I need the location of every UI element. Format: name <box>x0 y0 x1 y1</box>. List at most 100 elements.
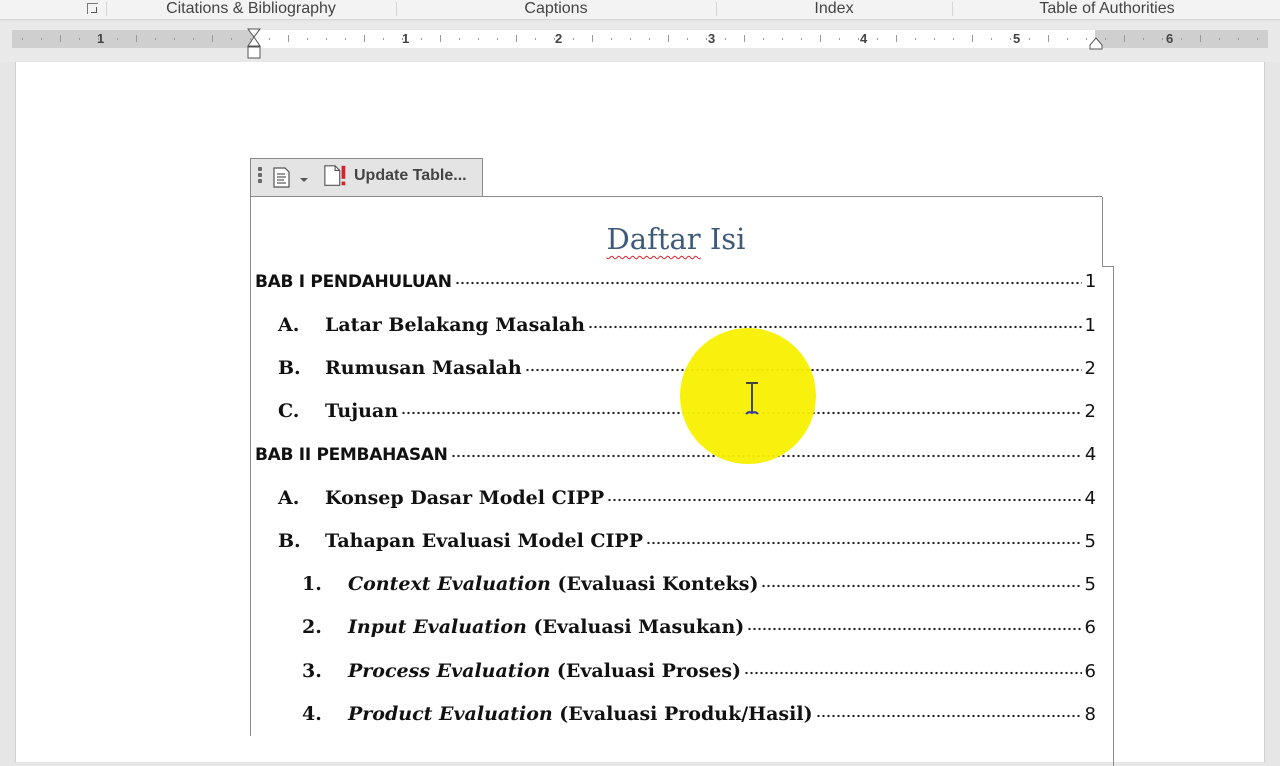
ruler-label: 1 <box>402 31 410 46</box>
ruler-tick <box>782 38 783 40</box>
toc-entry-number: B. <box>278 357 301 379</box>
grip-handle-icon[interactable] <box>258 167 262 185</box>
ruler-tick <box>1181 38 1182 40</box>
toc-entry[interactable]: BAB I PENDAHULUAN 1 <box>255 266 1096 292</box>
toc-dot-leader <box>645 539 1082 547</box>
document-exclamation-icon[interactable] <box>321 163 351 189</box>
ruler-tick <box>649 38 650 40</box>
toc-entry-text: BAB II PEMBAHASAN <box>255 445 448 465</box>
ruler-tick <box>991 38 992 40</box>
toc-entry[interactable]: 3. Process Evaluation (Evaluasi Proses) 6 <box>302 656 1096 682</box>
toc-title: Daftar Isi <box>250 222 1102 256</box>
ruler-left-margin <box>12 30 254 48</box>
toc-entry-text: Process Evaluation (Evaluasi Proses) <box>348 660 741 682</box>
ruler-tick <box>972 35 973 42</box>
toc-entry-translation: (Evaluasi Konteks) <box>550 573 759 595</box>
ruler-tick <box>364 35 365 42</box>
toc-page-number: 5 <box>1084 531 1096 552</box>
toc-entry[interactable]: A. Latar Belakang Masalah 1 <box>278 310 1096 336</box>
toc-entry-text: Konsep Dasar Model CIPP <box>325 487 605 509</box>
update-table-button[interactable]: Update Table... <box>354 165 467 187</box>
toc-content-control-tab[interactable]: Update Table... <box>250 158 483 196</box>
ruler-tick <box>478 38 479 40</box>
toc-entry-translation: (Evaluasi Produk/Hasil) <box>552 703 813 725</box>
ruler-tick <box>402 38 403 40</box>
ruler-tick <box>1086 38 1087 40</box>
ruler-tick <box>1143 38 1144 40</box>
ruler-tick <box>497 38 498 40</box>
ruler-tick <box>535 38 536 40</box>
toc-title-word-misspelled[interactable]: Daftar <box>607 222 701 256</box>
toc-page-number: 4 <box>1084 488 1096 509</box>
toc-entry-number: 3. <box>302 660 322 682</box>
toc-page-number: 8 <box>1084 704 1096 725</box>
ruler-tick <box>117 38 118 40</box>
ruler-tick <box>1238 38 1239 40</box>
toc-page-number: 4 <box>1084 444 1096 465</box>
ruler-tick <box>383 38 384 40</box>
toc-dot-leader <box>744 669 1082 677</box>
ruler-tick <box>41 38 42 40</box>
ruler-tick <box>1010 38 1011 40</box>
ruler-label: 4 <box>860 31 868 46</box>
dialog-launcher-icon[interactable] <box>87 3 98 14</box>
toc-entry-italic-text: Context Evaluation <box>348 573 551 595</box>
ruler-tick <box>136 35 137 42</box>
toc-entry[interactable]: 4. Product Evaluation (Evaluasi Produk/Ha… <box>302 699 1096 725</box>
toc-dot-leader <box>587 323 1082 331</box>
toc-entry-number: B. <box>278 530 301 552</box>
toc-entry[interactable]: B. Tahapan Evaluasi Model CIPP 5 <box>278 526 1096 552</box>
ruler-tick <box>516 35 517 42</box>
toc-entry-number: A. <box>278 314 300 336</box>
ruler-tick <box>573 38 574 40</box>
toc-entry-text: Latar Belakang Masalah <box>325 314 585 336</box>
toc-page-number: 5 <box>1084 574 1096 595</box>
ruler-tick <box>307 38 308 40</box>
toc-entry-translation: (Evaluasi Proses) <box>550 660 742 682</box>
toc-entry-text: Rumusan Masalah <box>325 357 522 379</box>
first-line-indent-marker[interactable] <box>246 28 262 60</box>
horizontal-ruler[interactable]: 1 1 2 3 4 5 6 <box>12 30 1268 48</box>
toc-entry-italic-text: Input Evaluation <box>348 616 527 638</box>
ruler-tick <box>915 38 916 40</box>
ruler-tick <box>896 35 897 42</box>
ruler-tick <box>630 38 631 40</box>
ribbon-group-index: Index <box>814 0 854 17</box>
ruler-label: 6 <box>1166 31 1174 46</box>
ruler-tick <box>592 35 593 42</box>
ruler-tick <box>877 38 878 40</box>
ruler-tick <box>763 38 764 40</box>
ruler-tick <box>668 35 669 42</box>
toc-entry-text: Context Evaluation (Evaluasi Konteks) <box>348 573 758 595</box>
toc-dot-leader <box>761 582 1082 590</box>
toc-page-number: 6 <box>1084 617 1096 638</box>
toc-page-number: 6 <box>1084 661 1096 682</box>
document-list-icon <box>273 167 290 188</box>
toc-title-word: Isi <box>709 222 746 256</box>
ruler-tick <box>611 38 612 40</box>
ruler-label: 3 <box>708 31 716 46</box>
toc-entry[interactable]: 1. Context Evaluation (Evaluasi Konteks) 5 <box>302 569 1096 595</box>
ruler-tick <box>839 38 840 40</box>
ruler-tick <box>1257 38 1258 40</box>
toc-entry-text: BAB I PENDAHULUAN <box>255 272 452 292</box>
toc-entry[interactable]: A. Konsep Dasar Model CIPP 4 <box>278 483 1096 509</box>
ruler-tick <box>1200 35 1201 42</box>
ruler-tick <box>1219 38 1220 40</box>
ruler-tick <box>1029 38 1030 40</box>
ruler-tick <box>98 38 99 40</box>
ruler-tick <box>953 38 954 40</box>
toc-dot-leader <box>747 625 1082 633</box>
ruler-tick <box>725 38 726 40</box>
ruler-tick <box>1105 38 1106 40</box>
ruler-tick <box>706 38 707 40</box>
toc-entry-text: Product Evaluation (Evaluasi Produk/Hasi… <box>348 703 813 725</box>
toc-entry[interactable]: BAB II PEMBAHASAN 4 <box>255 439 1096 465</box>
ruler-label: 5 <box>1013 31 1021 46</box>
ruler-tick <box>193 38 194 40</box>
right-indent-marker[interactable] <box>1088 37 1104 51</box>
toc-entry[interactable]: 2. Input Evaluation (Evaluasi Masukan) 6 <box>302 612 1096 638</box>
ruler-tick <box>1048 35 1049 42</box>
ruler-tick <box>554 38 555 40</box>
table-of-contents-menu-button[interactable] <box>269 164 315 190</box>
